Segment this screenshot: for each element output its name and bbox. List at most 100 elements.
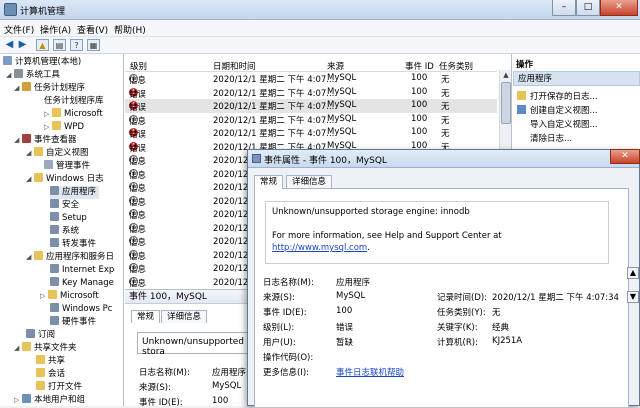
collapse-arrow-icon[interactable]: ▷ [14,394,22,406]
console-tree-icon[interactable]: ▤ [53,39,66,51]
scroll-thumb[interactable] [501,82,511,124]
expand-arrow-icon[interactable]: ◢ [26,147,34,160]
tree-system[interactable]: 系统 [50,225,79,238]
expand-arrow-icon[interactable]: ◢ [6,69,14,82]
action-import-custom-view[interactable]: 导入自定义视图... [530,118,598,130]
table-row[interactable]: ! 错误 2020/12/1 星期二 下午 4:07... MySQL 100 无 [125,99,497,113]
close-button[interactable]: ✕ [600,0,638,16]
table-row[interactable]: i信息2020/12/1 星期二 下午 4:07...MySQL100无 [125,113,497,127]
help-icon[interactable]: ? [70,39,83,51]
menu-file[interactable]: 文件(F) [4,23,34,36]
shared-folder-icon [22,342,31,351]
log-icon [50,264,59,273]
tree-shares[interactable]: 共享 [36,355,65,368]
collapse-arrow-icon[interactable]: ▷ [40,290,48,303]
tree-windows-logs[interactable]: ◢ Windows 日志 [26,173,104,186]
expand-arrow-icon[interactable]: ◢ [26,173,34,186]
table-row[interactable]: ! 错误 2020/12/1 星期二 下午 4:07... MySQL 100 无 [125,86,497,100]
computer-icon [3,56,12,65]
row-date: 2020/12/1 星期二 下午 4:07... [213,115,335,126]
dialog-task-label: 任务类别(Y): [437,308,486,318]
table-row[interactable]: i信息2020/12/1 星期二 下午 4:07...MySQL100无 [125,72,497,86]
tree-sessions[interactable]: 会话 [36,368,65,381]
dialog-level: 错误 [336,323,354,333]
dialog-tab-details[interactable]: 详细信息 [286,175,333,188]
log-icon [50,199,59,208]
tree-security[interactable]: 安全 [50,199,79,212]
dialog-opcode-label: 操作代码(O): [263,353,314,363]
action-create-custom-view[interactable]: 创建自定义视图... [517,104,598,116]
tools-icon [14,69,23,78]
tree-forwarded-events[interactable]: 转发事件 [50,238,96,251]
dialog-title: 事件属性 - 事件 100，MySQL [264,156,387,166]
detail-tab-general[interactable]: 常规 [131,310,161,323]
detail-tab-details[interactable]: 详细信息 [161,310,208,323]
tree-hardware-events[interactable]: 硬件事件 [50,316,96,329]
dialog-tab-general[interactable]: 常规 [254,175,284,189]
tree-task-scheduler[interactable]: ◢ 任务计划程序 [14,82,85,95]
tree-custom-views[interactable]: ◢ 自定义视图 [26,147,89,160]
clock-icon [22,82,31,91]
dialog-title-bar: 事件属性 - 事件 100，MySQL [248,150,639,168]
up-folder-icon[interactable]: ▲ [36,39,49,51]
folder-icon [36,355,45,364]
folder-icon [36,368,45,377]
minimize-button[interactable]: – [552,0,576,16]
menu-help[interactable]: 帮助(H) [114,23,146,36]
title-bar: 计算机管理 – □ ✕ [0,0,640,20]
table-row[interactable]: ! 错误 2020/12/1 星期二 下午 4:07... MySQL 100 无 [125,126,497,140]
tree-wpd[interactable]: ▷ WPD [44,121,84,134]
tree-microsoft-logs[interactable]: ▷ Microsoft [40,290,99,303]
collapse-arrow-icon[interactable]: ▷ [44,108,52,121]
dialog-online-help-link[interactable]: 事件日志联机帮助 [336,366,404,378]
menu-action[interactable]: 操作(A) [40,23,71,36]
folder-icon [34,173,43,182]
actions-section-application[interactable]: 应用程序 [513,71,640,86]
menu-view[interactable]: 查看(V) [77,23,108,36]
tree-shared-folders[interactable]: ◢ 共享文件夹 [14,342,77,355]
expand-arrow-icon[interactable]: ◢ [26,251,34,264]
tree-open-files[interactable]: 打开文件 [36,381,82,394]
expand-arrow-icon[interactable]: ◢ [14,342,22,355]
forward-arrow-icon[interactable]: ▶ [16,39,29,51]
tree-windows-powershell[interactable]: Windows Pc [50,303,112,316]
tree-task-library[interactable]: 任务计划程序库 [44,95,104,108]
expand-arrow-icon[interactable]: ◢ [14,134,22,147]
row-task: 无 [441,102,450,112]
column-event-id[interactable]: 事件 ID [405,60,434,72]
tree-event-viewer[interactable]: ◢ 事件查看器 [14,134,77,147]
tree-system-tools[interactable]: ◢ 系统工具 [6,69,60,82]
column-level[interactable]: 级别 [130,60,147,72]
dialog-log-name: 应用程序 [336,278,371,288]
scroll-up-icon[interactable]: ▲ [501,70,511,80]
tree-local-users[interactable]: ▷ 本地用户和组 [14,394,85,406]
row-source: MySQL [327,127,357,137]
dialog-log-name-label: 日志名称(M): [263,278,314,288]
tree-application[interactable]: 应用程序 [50,186,100,199]
column-task-category[interactable]: 任务类别 [439,60,473,72]
tree-admin-events[interactable]: 管理事件 [44,160,90,173]
tree-internet-explorer[interactable]: Internet Exp [50,264,114,277]
tree-subscriptions[interactable]: 订阅 [26,329,55,342]
mysql-link[interactable]: http://www.mysql.com [272,243,367,253]
view-pane-icon[interactable]: ▦ [87,39,100,51]
tree-setup[interactable]: Setup [50,212,87,225]
action-clear-log[interactable]: 清除日志... [530,132,572,144]
tree-root[interactable]: 计算机管理(本地) [3,56,81,69]
column-date-time[interactable]: 日期和时间 [213,60,256,72]
collapse-arrow-icon[interactable]: ▷ [44,121,52,134]
expand-arrow-icon[interactable]: ◢ [14,82,22,95]
column-source[interactable]: 来源 [327,60,344,72]
tree-key-management[interactable]: Key Manage [50,277,114,290]
row-date: 2020/12/1 星期二 下午 4:07... [213,102,335,112]
dialog-close-button[interactable]: ✕ [610,149,640,164]
next-event-icon[interactable]: ▼ [627,291,639,303]
dialog-user-label: 用户(U): [263,338,296,348]
action-open-saved-log[interactable]: 打开保存的日志... [517,90,598,102]
tree-microsoft[interactable]: ▷ Microsoft [44,108,103,121]
dialog-general-pane: Unknown/unsupported storage engine: inno… [254,188,629,407]
back-arrow-icon[interactable]: ◀ [3,39,16,51]
previous-event-icon[interactable]: ▲ [627,267,639,279]
maximize-button[interactable]: □ [576,0,600,16]
tree-app-services-logs[interactable]: ◢ 应用程序和服务日 [26,251,114,264]
